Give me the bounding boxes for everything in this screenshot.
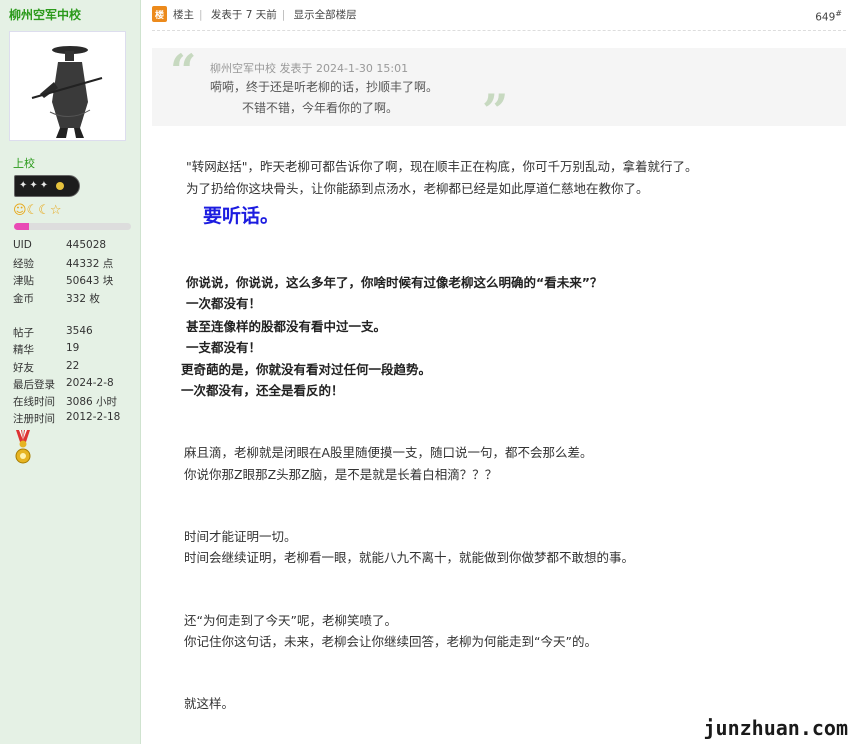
header-divider [152,30,846,31]
post-text: 就这样。 [184,696,235,711]
rank-badge-icon: ✦ ✦ ✦ [14,175,80,197]
post-text: 为了扔给你这块骨头，让你能舔到点汤水，老柳都已经是如此厚道仁慈地在教你了。 [186,181,649,196]
uid-link[interactable]: 445028 [66,239,106,251]
post-time: 发表于 7 天前 [210,9,277,21]
posts-link[interactable]: 3546 [66,325,93,340]
digest-link[interactable]: 19 [66,342,79,357]
author-name-link[interactable]: 柳州空军中校 [9,6,81,23]
post-text: 时间会继续证明，老柳看一眼，就能八九不离十，就能做到你做梦都不敢想的事。 [184,550,635,565]
award-icon[interactable] [15,448,31,467]
post-number-link[interactable]: 649# [815,9,842,24]
stat-experience: 经验 44332 点 [13,258,114,270]
stat-posts: 帖子 3546 [13,325,93,340]
post-text: "转网赵括"，昨天老柳可都告诉你了啊，现在顺丰正在构底，你可千万别乱动，拿着就行… [186,159,698,174]
friends-link[interactable]: 22 [66,360,79,375]
stat-gold: 金币 332 枚 [13,293,100,305]
open-quote-icon: “ [170,44,197,98]
quote-block: “ 柳州空军中校 发表于 2024-1-30 15:01 嗬嗬，终于还是听老柳的… [152,44,846,138]
post-text: 你记住你这句话，未来，老柳会让你继续回答，老柳为何能走到“今天”的。 [184,634,597,649]
level-icons: ☺☾☾☆ [13,203,62,218]
show-all-floors-link[interactable]: 显示全部楼层 [294,9,357,21]
stat-friends: 好友 22 [13,360,80,375]
post-text: 时间才能证明一切。 [184,529,297,544]
post-text-bold: 一次都没有！ [186,296,262,311]
stat-online-time: 在线时间 3086 小时 [13,396,118,408]
post-text-bold: 你说说，你说说，这么多年了，你啥时候有过像老柳这么明确的“看未来”？ [186,275,603,290]
author-sidebar: 柳州空军中校 上校 ✦ ✦ ✦ ☺☾☾☆ UID 445028 经验 44332 点 津… [0,0,141,744]
stat-allowance: 津贴 50643 块 [13,275,114,287]
stat-last-login: 最后登录 2024-2-8 [13,377,114,391]
site-watermark: junzhuan.com [703,716,849,740]
post-text-bold: 一支都没有！ [186,340,262,355]
experience-bar [14,223,131,230]
post-text-bold: 甚至连像样的股都没有看中过一支。 [186,319,387,334]
experience-fill [14,223,30,230]
post-text-bold: 一次都没有，还全是看反的！ [181,383,344,398]
avatar[interactable] [9,31,126,141]
post-header: 楼 楼主 | 发表于 7 天前 | 显示全部楼层 649# [152,5,842,25]
post-text: 你说你那Z眼那Z头那Z脑，是不是就是长着白相滴？？？ [184,467,498,482]
owner-label: 楼主 [173,9,194,21]
quote-meta: 柳州空军中校 发表于 2024-1-30 15:01 [210,62,409,75]
stat-uid: UID 445028 [13,239,107,251]
close-quote-icon: ” [482,84,509,138]
rank-title: 上校 [13,157,35,170]
quote-line: 不错不错，今年看你的了啊。 [242,101,399,115]
post-text-bold: 更奇葩的是，你就没有看对过任何一段趋势。 [181,362,432,377]
thread-owner-icon: 楼 [152,6,167,22]
stat-digest: 精华 19 [13,342,80,357]
quote-line: 嗬嗬，终于还是听老柳的话，抄顺丰了啊。 [210,80,439,94]
post-text: 还“为何走到了今天”呢，老柳笑喷了。 [184,613,397,628]
emphasis-text: 要听话。 [203,205,280,227]
post-text: 麻且滴，老柳就是闭眼在A股里随便摸一支，随口说一句，都不会那么差。 [184,445,593,460]
stat-register-date: 注册时间 2012-2-18 [13,411,121,425]
